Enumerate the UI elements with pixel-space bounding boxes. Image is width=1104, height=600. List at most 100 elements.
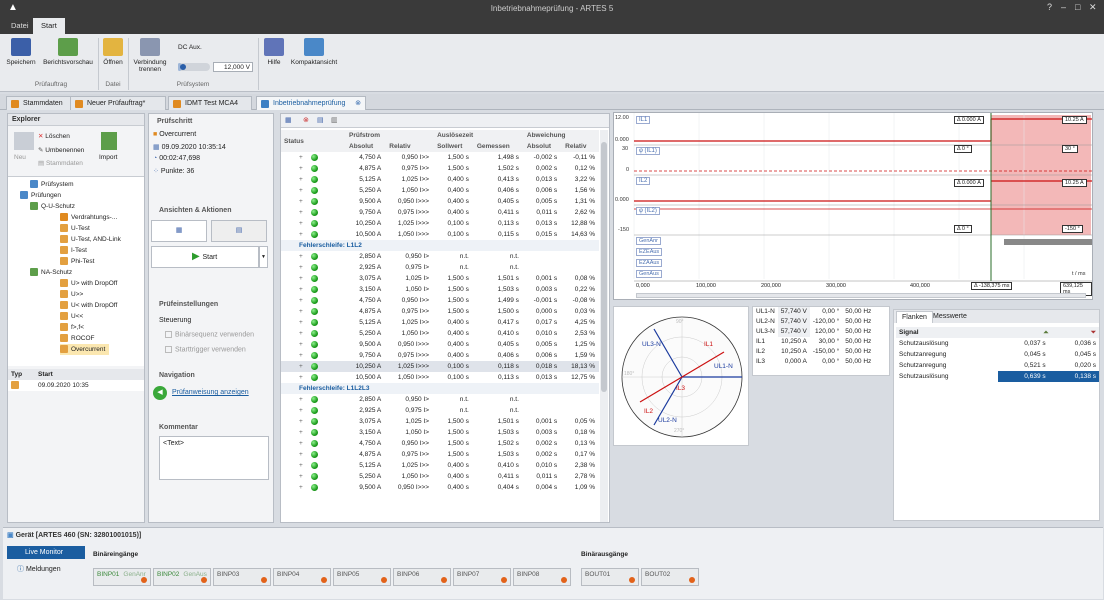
doc-tab-inbetriebnahme[interactable]: Inbetriebnahmeprüfung ⊗ <box>256 96 366 110</box>
expand-icon[interactable]: + <box>299 264 303 271</box>
expand-icon[interactable]: + <box>299 253 303 260</box>
expand-icon[interactable]: + <box>299 231 303 238</box>
oeffnen-button[interactable]: Öffnen <box>102 38 124 66</box>
expand-icon[interactable]: + <box>299 374 303 381</box>
grid-scrollbar-thumb[interactable] <box>601 142 607 392</box>
table-row[interactable]: +3,150 A 1,050 I> 1,500 s 1,503 s 0,003 s 0,1… <box>281 427 599 438</box>
expand-icon[interactable]: + <box>299 319 303 326</box>
table-row[interactable]: +10,500 A 1,050 I>>> 0,100 s 0,115 s 0,015 s… <box>281 229 599 240</box>
dc-aux-slider-knob[interactable] <box>180 64 187 70</box>
table-row[interactable]: +2,850 A 0,950 I> n.t. n.t. <box>281 251 599 262</box>
binary-channel-label[interactable]: EZEAus <box>636 248 663 256</box>
tree-item[interactable]: U>> <box>60 289 83 300</box>
expand-icon[interactable]: + <box>299 220 303 227</box>
binary-input[interactable]: BINP02 GenAus <box>153 568 211 586</box>
expand-icon[interactable]: + <box>299 165 303 172</box>
table-row[interactable]: +9,500 A 0,950 I>>> 0,400 s 0,405 s 0,005 s 1… <box>281 339 599 350</box>
expand-icon[interactable]: + <box>299 429 303 436</box>
binary-channel-label[interactable]: GenAus <box>636 270 662 278</box>
grid-reset-icon[interactable]: ⊗ <box>303 116 309 124</box>
table-row[interactable]: +10,500 A 1,050 I>>> 0,100 s 0,113 s 0,013 s… <box>281 372 599 383</box>
tree-item[interactable]: Verdrahtungs-... <box>60 212 117 223</box>
table-row[interactable]: +4,750 A 0,950 I>> 1,500 s 1,498 s -0,002 s -… <box>281 152 599 163</box>
table-row[interactable]: +2,925 A 0,975 I> n.t. n.t. <box>281 405 599 416</box>
tree-item[interactable]: NA-Schutz <box>30 267 72 278</box>
berichtsvorschau-button[interactable]: Berichtsvorschau <box>42 38 94 66</box>
expand-icon[interactable]: + <box>299 297 303 304</box>
binary-output[interactable]: BOUT02 <box>641 568 699 586</box>
expand-icon[interactable]: + <box>299 451 303 458</box>
expand-icon[interactable]: + <box>299 275 303 282</box>
maximize-icon[interactable]: □ <box>1075 2 1080 12</box>
grid-table-icon[interactable]: ▦ <box>285 116 292 124</box>
tree-item[interactable]: Phi-Test <box>60 256 94 267</box>
table-row[interactable]: +3,075 A 1,025 I> 1,500 s 1,501 s 0,001 s 0,0… <box>281 273 599 284</box>
table-row[interactable]: +5,250 A 1,050 I>> 0,400 s 0,410 s 0,010 s 2,… <box>281 328 599 339</box>
channel-label[interactable]: φ (IL1) <box>636 147 660 155</box>
expand-icon[interactable]: + <box>299 187 303 194</box>
expand-icon[interactable]: + <box>299 308 303 315</box>
close-icon[interactable]: ✕ <box>1089 2 1097 13</box>
speichern-button[interactable]: Speichern <box>6 38 36 66</box>
grid-calc-icon[interactable]: ▤ <box>317 116 324 124</box>
table-row[interactable]: +3,075 A 1,025 I> 1,500 s 1,501 s 0,001 s 0,0… <box>281 416 599 427</box>
table-row[interactable]: +9,500 A 0,950 I>>> 0,400 s 0,404 s 0,004 s 1… <box>281 482 599 493</box>
channel-label[interactable]: φ (IL2) <box>636 207 660 215</box>
doc-tab-neuer-pruefauftrag[interactable]: Neuer Prüfauftrag* <box>70 96 166 110</box>
close-tab-icon[interactable]: ⊗ <box>355 97 361 111</box>
table-row[interactable]: +9,750 A 0,975 I>>> 0,400 s 0,411 s 0,011 s 2… <box>281 207 599 218</box>
binary-input[interactable]: BINP08 <box>513 568 571 586</box>
table-row[interactable]: +5,125 A 1,025 I>> 0,400 s 0,417 s 0,017 s 4,… <box>281 317 599 328</box>
table-row[interactable]: +9,750 A 0,975 I>>> 0,400 s 0,406 s 0,006 s 1… <box>281 350 599 361</box>
binary-input[interactable]: BINP03 <box>213 568 271 586</box>
tree-item[interactable]: U> with DropOff <box>60 278 117 289</box>
time-scrollbar[interactable] <box>636 293 1086 298</box>
binary-input[interactable]: BINP01 GenAnr <box>93 568 151 586</box>
tree-item[interactable]: U-Test <box>60 223 90 234</box>
live-monitor-button[interactable]: Live Monitor <box>7 546 85 559</box>
expand-icon[interactable]: + <box>299 286 303 293</box>
binary-input[interactable]: BINP07 <box>453 568 511 586</box>
expand-icon[interactable]: + <box>299 396 303 403</box>
binaersequenz-checkbox[interactable]: Binärsequenz verwenden <box>165 331 254 338</box>
binary-input[interactable]: BINP04 <box>273 568 331 586</box>
tree-item[interactable]: U<< <box>60 311 83 322</box>
tab-messwerte[interactable]: Messwerte <box>928 311 972 323</box>
import-icon[interactable] <box>101 132 117 150</box>
tree-item[interactable]: U< with DropOff <box>60 300 117 311</box>
channel-label[interactable]: IL2 <box>636 177 651 185</box>
tree-item[interactable]: Prüfsystem <box>30 179 74 190</box>
table-row[interactable]: Schutzauslösung 0,037 s 0,036 s <box>896 338 1099 349</box>
table-row[interactable]: +2,850 A 0,950 I> n.t. n.t. <box>281 394 599 405</box>
table-row[interactable]: +5,250 A 1,050 I>> 0,400 s 0,406 s 0,006 s 1,… <box>281 185 599 196</box>
meldungen-button[interactable]: ⓘ Meldungen <box>17 564 61 575</box>
pruefanweisung-link[interactable]: Prüfanweisung anzeigen <box>172 389 249 396</box>
tree-item[interactable]: Prüfungen <box>20 190 61 201</box>
tree-item[interactable]: I-Test <box>60 245 87 256</box>
hilfe-button[interactable]: Hilfe <box>263 38 285 66</box>
group-row[interactable]: Fehlerschleife: L1L2L3 <box>281 383 599 394</box>
binary-channel-label[interactable]: GenAnr <box>636 237 661 245</box>
table-row[interactable]: Schutzanregung 0,045 s 0,045 s <box>896 349 1099 360</box>
table-row[interactable]: +5,125 A 1,025 I>> 0,400 s 0,413 s 0,013 s 3,… <box>281 174 599 185</box>
table-row[interactable]: +9,500 A 0,950 I>>> 0,400 s 0,405 s 0,005 s 1… <box>281 196 599 207</box>
minimize-icon[interactable]: – <box>1061 2 1066 12</box>
tree-item[interactable]: Q-U-Schutz <box>30 201 75 212</box>
tree-item[interactable]: ROCOF <box>60 333 94 344</box>
kompaktansicht-button[interactable]: Kompaktansicht <box>289 38 339 66</box>
view-chart-button[interactable]: ▤ <box>211 220 267 242</box>
loeschen-button[interactable]: ✕ Löschen <box>38 132 70 140</box>
binary-output[interactable]: BOUT01 <box>581 568 639 586</box>
dc-aux-slider[interactable] <box>178 63 210 71</box>
expand-icon[interactable]: + <box>299 484 303 491</box>
binary-input[interactable]: BINP05 <box>333 568 391 586</box>
table-row[interactable]: +4,750 A 0,950 I>> 1,500 s 1,499 s -0,001 s -… <box>281 295 599 306</box>
grid-scrollbar[interactable] <box>600 130 608 522</box>
table-row[interactable]: +2,925 A 0,975 I> n.t. n.t. <box>281 262 599 273</box>
table-row[interactable]: +3,150 A 1,050 I> 1,500 s 1,503 s 0,003 s 0,2… <box>281 284 599 295</box>
table-row[interactable]: Schutzauslösung 0,639 s 0,138 s <box>896 371 1099 382</box>
expand-icon[interactable]: + <box>299 154 303 161</box>
table-row[interactable]: +5,250 A 1,050 I>> 0,400 s 0,411 s 0,011 s 2,… <box>281 471 599 482</box>
expand-icon[interactable]: + <box>299 473 303 480</box>
table-row[interactable]: +4,875 A 0,975 I>> 1,500 s 1,500 s 0,000 s 0,… <box>281 306 599 317</box>
